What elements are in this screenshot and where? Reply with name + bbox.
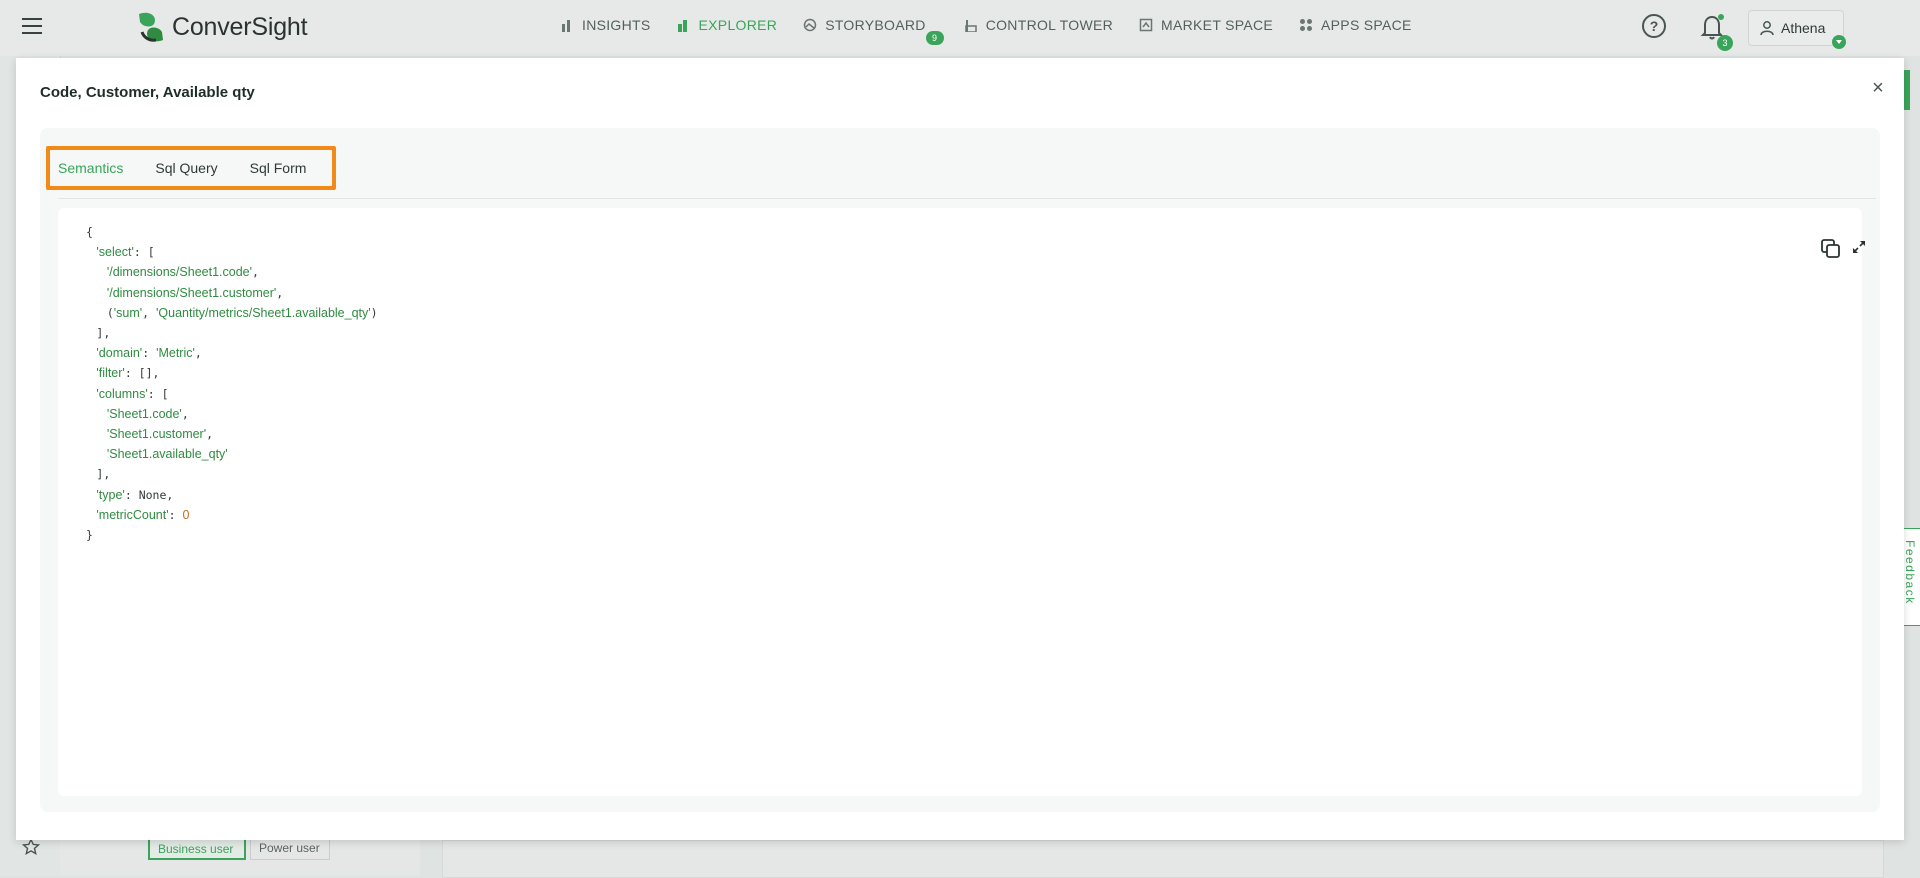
code-string: 'Metric' — [156, 346, 195, 361]
semantics-code: { 'select': [ '/dimensions/Sheet1.code',… — [86, 225, 378, 543]
nav-label: INSIGHTS — [582, 17, 651, 33]
storyboard-badge: 9 — [925, 31, 944, 45]
code-value: [] — [138, 366, 153, 381]
explorer-bar-icon — [677, 18, 691, 32]
modal-title: Code, Customer, Available qty — [40, 84, 255, 101]
chevron-down-icon[interactable] — [1832, 35, 1846, 49]
star-icon[interactable] — [21, 837, 41, 856]
code-string: '/dimensions/Sheet1.customer' — [106, 285, 277, 300]
code-viewer: { 'select': [ '/dimensions/Sheet1.code',… — [58, 208, 1865, 796]
notification-dot — [1718, 14, 1724, 20]
user-icon — [1759, 20, 1775, 36]
code-value: None — [138, 487, 167, 502]
nav-label: CONTROL TOWER — [985, 17, 1114, 33]
copy-icon[interactable] — [1820, 238, 1842, 260]
conversight-logo-icon — [134, 10, 168, 44]
main-nav: INSIGHTS EXPLORER STORYBOARD 9 CONTROL T… — [560, 17, 1438, 45]
nav-label: STORYBOARD — [825, 17, 926, 33]
code-key: 'type' — [96, 487, 125, 502]
help-icon[interactable]: ? — [1642, 14, 1666, 38]
user-name: Athena — [1781, 20, 1826, 36]
tab-sql-query[interactable]: Sql Query — [155, 160, 217, 176]
code-string: 'Sheet1.customer' — [106, 427, 207, 442]
logo[interactable]: ConverSight — [134, 10, 308, 44]
nav-explorer[interactable]: EXPLORER — [677, 17, 778, 33]
nav-insights[interactable]: INSIGHTS — [560, 17, 651, 33]
code-string: '/dimensions/Sheet1.code' — [106, 265, 252, 280]
top-bar: ConverSight INSIGHTS EXPLORER STORYBOARD… — [0, 0, 1920, 56]
notification-count-badge: 3 — [1717, 35, 1733, 51]
logo-text: ConverSight — [172, 12, 308, 41]
modal-body: Semantics Sql Query Sql Form { 'select':… — [40, 128, 1880, 812]
code-key: 'domain' — [96, 346, 143, 361]
storyboard-icon — [803, 18, 817, 32]
nav-apps-space[interactable]: APPS SPACE — [1299, 17, 1412, 33]
code-key: 'select' — [96, 245, 134, 260]
code-string: 'Sheet1.code' — [106, 406, 182, 421]
bar-chart-icon — [560, 18, 574, 32]
code-string: 'sum' — [113, 305, 143, 320]
tab-sql-form[interactable]: Sql Form — [250, 160, 307, 176]
query-details-modal: Code, Customer, Available qty × Semantic… — [16, 58, 1904, 840]
code-string: 'Sheet1.available_qty' — [106, 447, 228, 462]
bg-right-panel — [442, 840, 1884, 878]
close-icon[interactable]: × — [1868, 78, 1888, 98]
code-key: 'metricCount' — [96, 507, 169, 522]
tab-bar: Semantics Sql Query Sql Form — [58, 160, 338, 176]
market-space-icon — [1139, 18, 1153, 32]
nav-label: MARKET SPACE — [1161, 17, 1274, 33]
control-tower-icon — [964, 18, 978, 33]
code-key: 'columns' — [96, 386, 148, 401]
nav-label: APPS SPACE — [1321, 17, 1412, 33]
tabs-divider — [58, 198, 1876, 199]
nav-storyboard[interactable]: STORYBOARD 9 — [803, 17, 944, 45]
code-number: 0 — [182, 507, 190, 522]
nav-label: EXPLORER — [698, 17, 778, 33]
nav-control-tower[interactable]: CONTROL TOWER — [964, 17, 1113, 33]
code-key: 'filter' — [96, 366, 125, 381]
user-menu-button[interactable]: Athena — [1748, 10, 1844, 46]
hamburger-menu-icon[interactable] — [22, 18, 42, 34]
nav-market-space[interactable]: MARKET SPACE — [1139, 17, 1273, 33]
code-string: 'Quantity/metrics/Sheet1.available_qty' — [156, 305, 371, 320]
expand-icon[interactable] — [1850, 238, 1868, 256]
apps-space-icon — [1299, 18, 1313, 32]
feedback-label: Feedback — [1903, 540, 1917, 605]
tab-semantics[interactable]: Semantics — [58, 160, 123, 176]
